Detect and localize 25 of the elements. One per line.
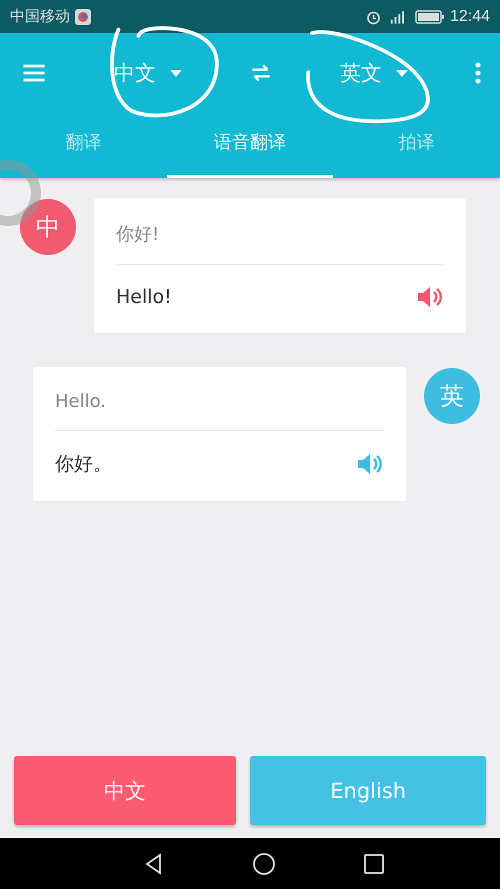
app-notification-icon — [75, 8, 91, 24]
voice-input-button[interactable]: English — [250, 756, 486, 825]
language-avatar: 中 — [20, 199, 76, 255]
voice-input-button[interactable]: 中文 — [14, 756, 236, 825]
speaker-icon[interactable] — [416, 285, 444, 309]
carrier-name: 中国移动 — [10, 7, 70, 26]
language-avatar: 英 — [424, 368, 480, 424]
target-language-dropdown[interactable]: 英文 — [332, 53, 416, 93]
translated-text: 你好。 — [55, 452, 112, 477]
tab[interactable]: 翻译 — [0, 113, 167, 178]
source-language-dropdown[interactable]: 中文 — [106, 53, 190, 93]
home-icon[interactable] — [252, 852, 276, 876]
battery-icon — [414, 8, 445, 24]
source-text: Hello. — [55, 367, 384, 431]
alarm-icon — [364, 8, 382, 24]
more-icon[interactable] — [474, 60, 482, 86]
source-text: 你好! — [116, 198, 444, 265]
translated-text: Hello! — [116, 286, 172, 308]
caret-icon — [396, 70, 408, 76]
tab[interactable]: 拍译 — [333, 113, 500, 178]
caret-icon — [170, 70, 182, 76]
clock-time: 12:44 — [450, 8, 490, 26]
speaker-icon[interactable] — [356, 452, 384, 476]
tab[interactable]: 语音翻译 — [167, 113, 333, 178]
recents-icon[interactable] — [362, 852, 386, 876]
